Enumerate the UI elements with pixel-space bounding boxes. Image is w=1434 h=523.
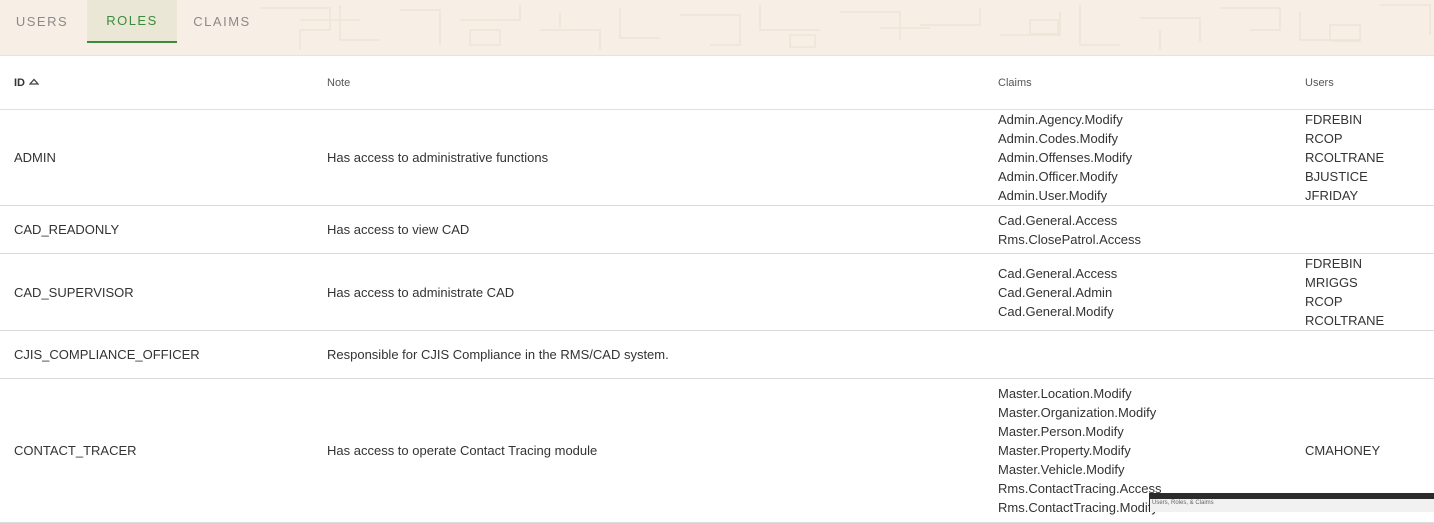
table-row[interactable]: CJIS_COMPLIANCE_OFFICER Responsible for C… <box>0 331 1434 379</box>
role-id: CONTACT_TRACER <box>14 443 137 458</box>
tab-users[interactable]: USERS <box>0 0 84 43</box>
user-item: RCOLTRANE <box>1305 313 1385 328</box>
claim-item: Admin.User.Modify <box>998 188 1108 203</box>
role-claims: Cad.General.Access Rms.ClosePatrol.Access <box>998 206 1141 253</box>
tab-claims[interactable]: CLAIMS <box>180 0 264 43</box>
column-header-users[interactable]: Users <box>1305 56 1334 109</box>
tab-bar: USERS ROLES CLAIMS <box>0 0 1434 56</box>
column-header-id-label: ID <box>14 76 25 89</box>
table-row[interactable]: CAD_SUPERVISOR Has access to administrate… <box>0 254 1434 331</box>
claim-item: Admin.Codes.Modify <box>998 131 1118 146</box>
column-header-claims[interactable]: Claims <box>998 56 1032 109</box>
claim-item: Rms.ClosePatrol.Access <box>998 231 1142 247</box>
claim-item: Master.Organization.Modify <box>998 405 1157 420</box>
claim-item: Master.Vehicle.Modify <box>998 462 1125 477</box>
claim-item: Master.Property.Modify <box>998 443 1131 458</box>
tooltip: Users, Roles, & Claims <box>1149 493 1434 512</box>
claim-item: Master.Person.Modify <box>998 424 1124 439</box>
column-header-id[interactable]: ID <box>14 56 40 109</box>
sort-up-icon <box>28 77 40 89</box>
table-body: ADMIN Has access to administrative functi… <box>0 110 1434 523</box>
user-item: JFRIDAY <box>1305 188 1359 203</box>
claim-item: Admin.Offenses.Modify <box>998 150 1133 165</box>
user-item: RCOP <box>1305 294 1343 309</box>
claim-item: Cad.General.Access <box>998 265 1118 281</box>
user-item: RCOLTRANE <box>1305 150 1385 165</box>
table-row[interactable]: CAD_READONLY Has access to view CAD Cad.Ge… <box>0 206 1434 254</box>
claim-item: Cad.General.Modify <box>998 303 1114 319</box>
table-row[interactable]: ADMIN Has access to administrative functi… <box>0 110 1434 206</box>
role-id: ADMIN <box>14 150 56 165</box>
role-claims: Master.Location.Modify Master.Organizatio… <box>998 379 1162 522</box>
role-note: Has access to view CAD <box>327 222 470 237</box>
tooltip-text: Users, Roles, & Claims <box>1150 499 1434 512</box>
claim-item: Master.Location.Modify <box>998 386 1132 401</box>
role-users: FDREBIN MRIGGS RCOP RCOLTRANE <box>1305 254 1384 330</box>
roles-table: ID Note Claims Users ADMIN Has access to … <box>0 56 1434 523</box>
claim-item: Rms.ContactTracing.Modify <box>998 500 1158 515</box>
role-note: Has access to operate Contact Tracing mo… <box>327 443 598 458</box>
role-note: Has access to administrative functions <box>327 150 549 165</box>
role-claims: Cad.General.Access Cad.General.Admin Cad.G… <box>998 254 1117 330</box>
user-item: BJUSTICE <box>1305 169 1368 184</box>
claim-item: Cad.General.Access <box>998 212 1118 228</box>
user-item: CMAHONEY <box>1305 443 1381 458</box>
user-item: FDREBIN <box>1305 256 1363 271</box>
role-note: Has access to administrate CAD <box>327 284 515 300</box>
claim-item: Rms.ContactTracing.Access <box>998 481 1162 496</box>
role-note: Responsible for CJIS Compliance in the R… <box>327 347 669 362</box>
role-id: CJIS_COMPLIANCE_OFFICER <box>14 347 200 362</box>
user-item: RCOP <box>1305 131 1343 146</box>
claim-item: Admin.Agency.Modify <box>998 112 1123 127</box>
role-claims: Admin.Agency.Modify Admin.Codes.Modify Adm… <box>998 110 1132 205</box>
user-item: FDREBIN <box>1305 112 1363 127</box>
column-header-note[interactable]: Note <box>327 56 350 109</box>
claim-item: Cad.General.Admin <box>998 284 1113 300</box>
role-users: FDREBIN RCOP RCOLTRANE BJUSTICE JFRIDAY <box>1305 110 1384 205</box>
role-id: CAD_READONLY <box>14 222 120 237</box>
table-header: ID Note Claims Users <box>0 56 1434 110</box>
user-item: MRIGGS <box>1305 275 1358 290</box>
claim-item: Admin.Officer.Modify <box>998 169 1118 184</box>
tab-roles[interactable]: ROLES <box>87 0 177 43</box>
role-id: CAD_SUPERVISOR <box>14 284 134 300</box>
